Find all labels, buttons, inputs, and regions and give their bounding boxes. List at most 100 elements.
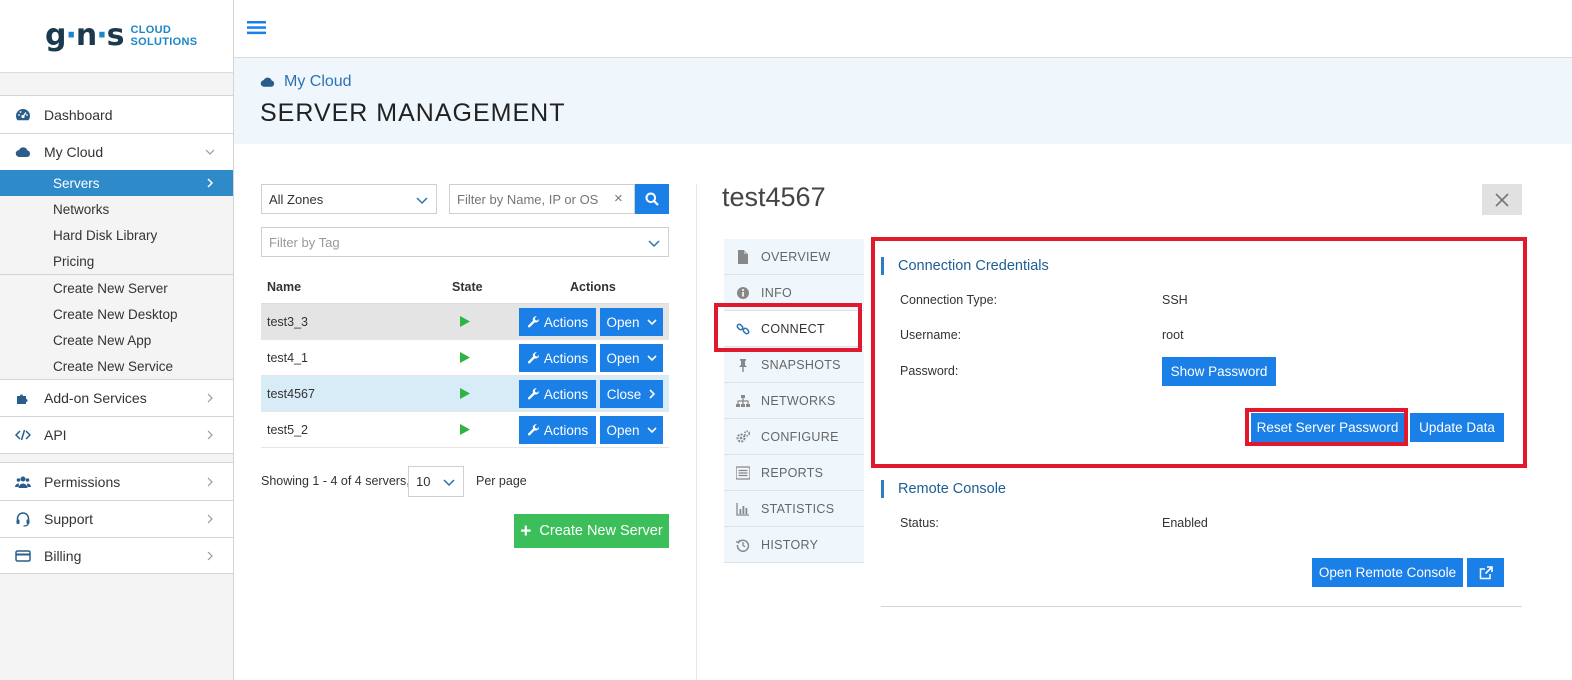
open-button[interactable]: Open: [600, 344, 663, 372]
clear-search-icon[interactable]: ×: [614, 190, 623, 207]
chevron-right-icon: [207, 514, 213, 524]
sidebar-item-label: Add-on Services: [44, 390, 147, 406]
sidebar-item-label: Permissions: [44, 473, 121, 490]
sidebar-item-dashboard[interactable]: Dashboard: [0, 96, 233, 133]
detail-tabs: OVERVIEW INFO CONNECT SNAPSHOTS NETWORKS…: [724, 239, 864, 563]
sidebar-item-label: My Cloud: [44, 144, 104, 160]
running-icon: [460, 316, 470, 327]
wrench-icon: [527, 351, 540, 363]
tab-snapshots[interactable]: SNAPSHOTS: [724, 347, 864, 383]
dashboard-icon: [16, 108, 30, 120]
pane-divider: [696, 184, 697, 680]
open-console-new-window-button[interactable]: [1467, 558, 1504, 587]
sidebar-subitem-servers[interactable]: Servers: [0, 170, 233, 196]
logo-mark: g·n·s: [45, 18, 125, 53]
search-button[interactable]: [635, 184, 669, 214]
info-icon: [737, 287, 749, 299]
chevron-down-icon: [443, 479, 455, 487]
page-title: SERVER MANAGEMENT: [260, 99, 566, 127]
annotation-highlight-reset-button: [1245, 408, 1408, 446]
actions-button[interactable]: Actions: [519, 380, 596, 408]
sidebar-subitem-hard-disk-library[interactable]: Hard Disk Library: [0, 222, 233, 248]
open-button[interactable]: Open: [600, 308, 663, 336]
wrench-icon: [527, 423, 540, 435]
chevron-right-icon: [207, 551, 213, 560]
hamburger-menu-icon[interactable]: [247, 20, 266, 35]
tag-filter-select[interactable]: Filter by Tag: [261, 227, 669, 257]
table-header: Name State Actions: [261, 271, 669, 304]
sidebar-subitem-create-new-desktop[interactable]: Create New Desktop: [0, 301, 233, 327]
table-row[interactable]: test5_2 Actions Open: [261, 412, 669, 448]
open-button[interactable]: Open: [600, 416, 663, 444]
actions-button[interactable]: Actions: [519, 416, 596, 444]
sidebar-subitem-create-new-app[interactable]: Create New App: [0, 327, 233, 353]
external-link-icon: [1479, 565, 1493, 579]
tab-networks[interactable]: NETWORKS: [724, 383, 864, 419]
close-panel-button[interactable]: [1482, 184, 1522, 215]
console-status-label: Status:: [900, 516, 939, 530]
sidebar-subitem-create-new-service[interactable]: Create New Service: [0, 353, 233, 379]
chevron-down-icon: [205, 149, 215, 155]
sidebar-item-permissions[interactable]: Permissions: [0, 463, 233, 500]
tab-configure[interactable]: CONFIGURE: [724, 419, 864, 455]
close-icon: [1495, 192, 1509, 207]
chevron-down-icon: [646, 427, 657, 434]
actions-button[interactable]: Actions: [519, 308, 596, 336]
users-icon: [15, 476, 31, 488]
open-remote-console-button[interactable]: Open Remote Console: [1312, 558, 1463, 587]
sidebar-item-api[interactable]: API: [0, 416, 233, 453]
chevron-down-icon: [646, 319, 657, 326]
column-name: Name: [267, 280, 302, 294]
plus-icon: +: [520, 520, 532, 542]
chevron-right-icon: [649, 389, 656, 399]
servers-table: Name State Actions test3_3 Actions Open …: [261, 271, 669, 448]
sidebar-item-support[interactable]: Support: [0, 500, 233, 537]
zone-select[interactable]: All Zones: [261, 184, 437, 214]
divider: [881, 606, 1522, 607]
sidebar-subitem-create-new-server[interactable]: Create New Server: [0, 275, 233, 301]
sidebar-subitem-networks[interactable]: Networks: [0, 196, 233, 222]
remote-console-title: Remote Console: [881, 480, 1006, 498]
code-icon: [15, 429, 31, 441]
list-icon: [736, 466, 750, 480]
running-icon: [460, 424, 470, 435]
annotation-highlight-connect-tab: [714, 303, 862, 352]
running-icon: [460, 388, 470, 399]
server-name: test4567: [267, 387, 315, 401]
search-input[interactable]: [449, 184, 635, 214]
per-page-label: Per page: [476, 474, 527, 488]
create-new-server-button[interactable]: + Create New Server: [514, 514, 669, 548]
tab-statistics[interactable]: STATISTICS: [724, 491, 864, 527]
tab-overview[interactable]: OVERVIEW: [724, 239, 864, 275]
logo[interactable]: g·n·s CLOUD SOLUTIONS: [0, 0, 233, 73]
table-row[interactable]: test3_3 Actions Open: [261, 304, 669, 340]
sidebar-item-billing[interactable]: Billing: [0, 537, 233, 574]
pin-icon: [739, 359, 747, 372]
sidebar-item-label: Support: [44, 511, 94, 527]
sidebar-item-addon-services[interactable]: Add-on Services: [0, 379, 233, 416]
sidebar-item-label: Billing: [44, 547, 82, 564]
sidebar-item-my-cloud[interactable]: My Cloud: [0, 133, 233, 170]
page-header: My Cloud SERVER MANAGEMENT: [234, 58, 1572, 144]
document-icon: [738, 250, 748, 264]
cloud-icon: [260, 77, 275, 87]
sitemap-icon: [736, 395, 750, 407]
per-page-select[interactable]: 10: [408, 466, 464, 497]
table-row[interactable]: test4_1 Actions Open: [261, 340, 669, 376]
table-row[interactable]: test4567 Actions Close: [261, 376, 669, 412]
breadcrumb[interactable]: My Cloud: [260, 73, 352, 91]
actions-button[interactable]: Actions: [519, 344, 596, 372]
column-state: State: [452, 280, 483, 294]
tab-history[interactable]: HISTORY: [724, 527, 864, 563]
close-detail-button[interactable]: Close: [600, 380, 663, 408]
wrench-icon: [527, 315, 540, 327]
chevron-down-icon: [646, 355, 657, 362]
sidebar-subitem-pricing[interactable]: Pricing: [0, 248, 233, 274]
tab-reports[interactable]: REPORTS: [724, 455, 864, 491]
history-icon: [736, 539, 750, 552]
chevron-down-icon: [648, 240, 660, 248]
chevron-right-icon: [207, 430, 213, 440]
logo-subtitle: CLOUD SOLUTIONS: [130, 24, 198, 48]
chevron-down-icon: [416, 197, 428, 205]
showing-count: Showing 1 - 4 of 4 servers,: [261, 474, 410, 488]
